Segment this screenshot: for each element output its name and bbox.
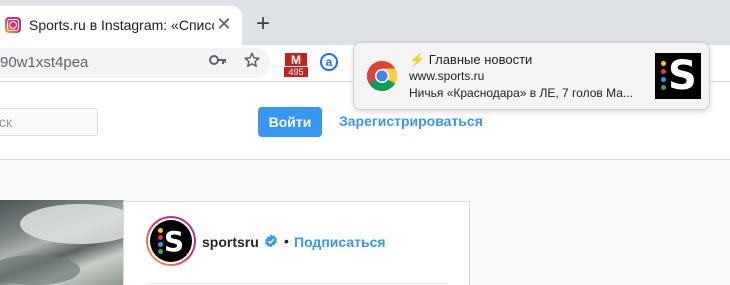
chrome-icon bbox=[366, 60, 398, 92]
logo-dot bbox=[661, 69, 666, 74]
post-image[interactable] bbox=[0, 200, 124, 285]
tab-title: Sports.ru в Instagram: «Список bbox=[29, 17, 214, 33]
tab-instagram[interactable]: Sports.ru в Instagram: «Список ✕ bbox=[0, 6, 242, 45]
post-card: S sportsru • Подписаться bbox=[123, 201, 470, 285]
screen: Sports.ru в Instagram: «Список ✕ + 90w1x… bbox=[0, 0, 730, 285]
extension-a-icon[interactable]: a bbox=[320, 53, 338, 71]
login-button[interactable]: Войти bbox=[258, 107, 322, 137]
notification-title: ⚡️ Главные новости bbox=[409, 52, 533, 67]
post-username[interactable]: sportsru bbox=[202, 234, 259, 250]
divider bbox=[148, 283, 448, 284]
sportsru-logo-icon: S bbox=[655, 53, 701, 99]
logo-dot bbox=[661, 85, 666, 90]
follow-button[interactable]: Подписаться bbox=[294, 234, 386, 250]
avatar[interactable]: S bbox=[146, 216, 196, 266]
notification-body: Ничья «Краснодара» в ЛЕ, 7 голов Ма... bbox=[409, 86, 633, 100]
logo-dot bbox=[661, 61, 666, 66]
gmail-extension-icon[interactable]: M 495 bbox=[284, 53, 308, 79]
tab-close-icon[interactable]: ✕ bbox=[214, 14, 234, 34]
logo-dot bbox=[158, 228, 163, 233]
new-tab-button[interactable]: + bbox=[251, 12, 275, 37]
address-bar[interactable]: 90w1xst4pea bbox=[0, 48, 270, 78]
gmail-letter: M bbox=[285, 53, 307, 67]
bookmark-star-icon[interactable] bbox=[243, 51, 261, 69]
notification-source: www.sports.ru bbox=[409, 69, 485, 83]
logo-dot bbox=[661, 77, 666, 82]
sportsru-logo-icon: S bbox=[150, 220, 192, 262]
verified-badge-icon bbox=[265, 234, 277, 248]
register-link[interactable]: Зарегистрироваться bbox=[339, 113, 483, 129]
instagram-favicon-icon bbox=[5, 17, 21, 33]
search-input[interactable]: ск bbox=[0, 108, 98, 136]
key-icon[interactable] bbox=[209, 52, 227, 68]
logo-dot bbox=[158, 242, 163, 247]
gmail-unread-count: 495 bbox=[284, 66, 308, 77]
notification-popup[interactable]: ⚡️ Главные новости www.sports.ru Ничья «… bbox=[353, 42, 710, 110]
url-text[interactable]: 90w1xst4pea bbox=[0, 54, 88, 71]
logo-dot bbox=[158, 235, 163, 240]
avatar-letter: S bbox=[164, 225, 185, 258]
logo-dot bbox=[158, 249, 163, 254]
post-image-detail bbox=[0, 255, 80, 285]
tab-strip: Sports.ru в Instagram: «Список ✕ + bbox=[0, 0, 730, 45]
separator-dot: • bbox=[284, 233, 289, 249]
notification-image-letter: S bbox=[668, 53, 697, 99]
post-image-detail bbox=[20, 204, 124, 244]
search-placeholder: ск bbox=[0, 114, 13, 130]
